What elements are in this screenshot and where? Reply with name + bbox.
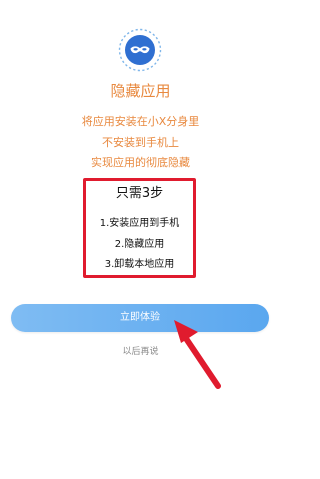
later-link[interactable]: 以后再说 — [0, 346, 281, 358]
page-title: 隐藏应用 — [110, 82, 171, 100]
description-line-1: 将应用安装在小X分身里 — [81, 115, 200, 128]
step-2: 2.隐藏应用 — [114, 239, 165, 250]
mask-logo-icon — [118, 28, 162, 72]
description-line-3: 实现应用的彻底隐藏 — [91, 156, 190, 169]
step-3: 3.卸载本地应用 — [104, 259, 175, 270]
steps-heading: 只需3步 — [115, 186, 164, 201]
description-line-2: 不安装到手机上 — [102, 136, 179, 149]
step-1: 1.安装应用到手机 — [99, 218, 180, 229]
red-arrow-icon — [174, 320, 221, 389]
steps-highlight-box: 只需3步 1.安装应用到手机 2.隐藏应用 3.卸载本地应用 — [83, 178, 196, 278]
